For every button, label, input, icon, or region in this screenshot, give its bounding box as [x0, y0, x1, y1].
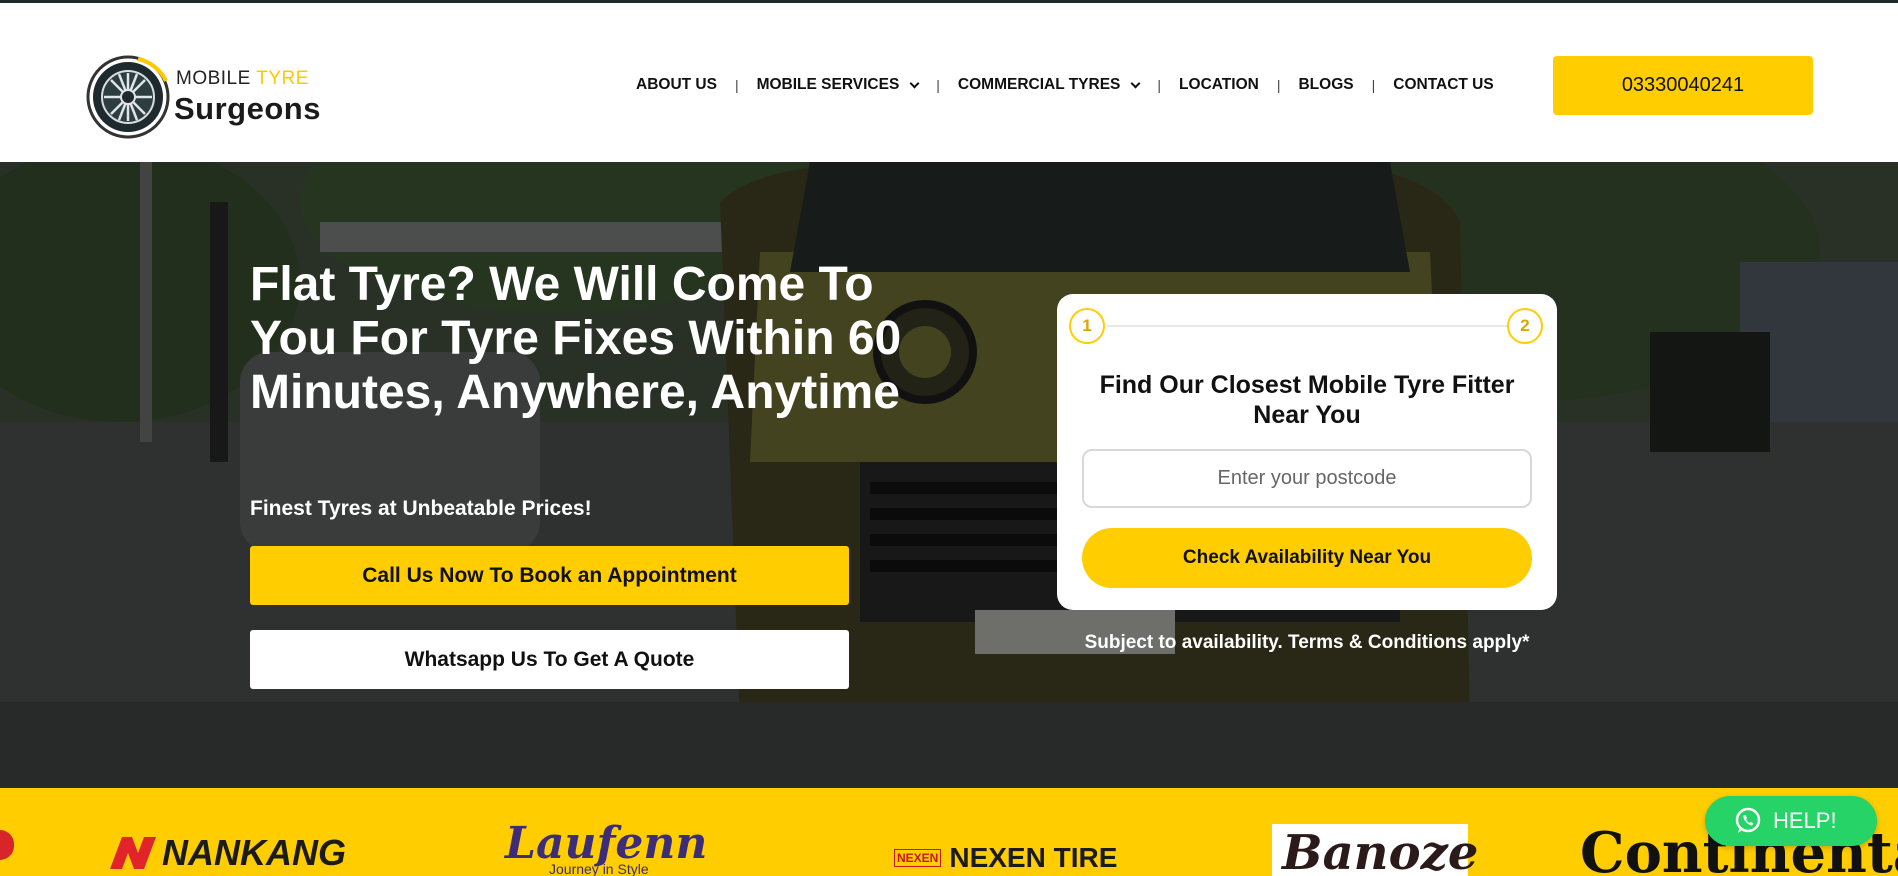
terms-note: Subject to availability. Terms & Conditi…	[1084, 632, 1530, 653]
chevron-down-icon	[1130, 78, 1141, 88]
brand-logo-partial	[0, 830, 14, 860]
nav-commercial-tyres[interactable]: COMMERCIAL TYRES	[958, 76, 1141, 94]
whatsapp-quote-button[interactable]: Whatsapp Us To Get A Quote	[250, 630, 849, 689]
nav-divider: |	[734, 77, 739, 93]
nav-blogs[interactable]: BLOGS	[1298, 76, 1353, 94]
logo-text-bottom: Surgeons	[174, 91, 321, 126]
phone-button[interactable]: 03330040241	[1553, 56, 1813, 115]
brand-logo-nankang: NANKANG	[108, 832, 346, 874]
main-nav: ABOUT US | MOBILE SERVICES | COMMERCIAL …	[636, 73, 1494, 97]
tyre-wheel-icon	[86, 55, 170, 139]
nav-mobile-services[interactable]: MOBILE SERVICES	[757, 76, 920, 94]
whatsapp-icon	[1735, 807, 1761, 833]
finder-title: Find Our Closest Mobile Tyre Fitter Near…	[1099, 371, 1515, 429]
nav-about-us[interactable]: ABOUT US	[636, 76, 717, 94]
call-booking-button[interactable]: Call Us Now To Book an Appointment	[250, 546, 849, 605]
brand-logo-nexen: NEXEN NEXEN TIRE	[894, 842, 1117, 874]
nav-contact-us[interactable]: CONTACT US	[1393, 76, 1493, 94]
site-logo[interactable]: MOBILE TYRE Surgeons	[86, 51, 342, 143]
step-2-indicator: 2	[1507, 308, 1543, 344]
postcode-input[interactable]	[1082, 449, 1532, 508]
nankang-n-icon	[110, 837, 156, 869]
check-availability-button[interactable]: Check Availability Near You	[1082, 528, 1532, 588]
logo-text-top: MOBILE TYRE	[176, 68, 309, 89]
site-header: MOBILE TYRE Surgeons ABOUT US | MOBILE S…	[0, 3, 1898, 162]
help-label: HELP!	[1773, 808, 1837, 833]
whatsapp-help-button[interactable]: HELP!	[1705, 796, 1877, 846]
brand-carousel: NANKANG Laufenn Journey in Style NEXEN NE…	[0, 788, 1898, 876]
fitter-finder-card: 1 2 Find Our Closest Mobile Tyre Fitter …	[1057, 294, 1557, 610]
hero-overlay	[0, 162, 1898, 788]
nav-divider: |	[1371, 77, 1376, 93]
nav-divider: |	[1276, 77, 1281, 93]
hero-title: Flat Tyre? We Will Come To You For Tyre …	[250, 258, 902, 419]
nav-divider: |	[936, 77, 940, 93]
brand-laufenn-tagline: Journey in Style	[549, 861, 649, 876]
hero-section: Flat Tyre? We Will Come To You For Tyre …	[0, 162, 1898, 788]
brand-logo-banoze: Banoze	[1272, 824, 1478, 876]
step-progress-line	[1107, 325, 1507, 327]
nav-location[interactable]: LOCATION	[1179, 76, 1259, 94]
hero-subtitle: Finest Tyres at Unbeatable Prices!	[250, 497, 592, 520]
nav-divider: |	[1157, 77, 1162, 93]
step-1-indicator: 1	[1069, 308, 1105, 344]
chevron-down-icon	[909, 78, 920, 88]
